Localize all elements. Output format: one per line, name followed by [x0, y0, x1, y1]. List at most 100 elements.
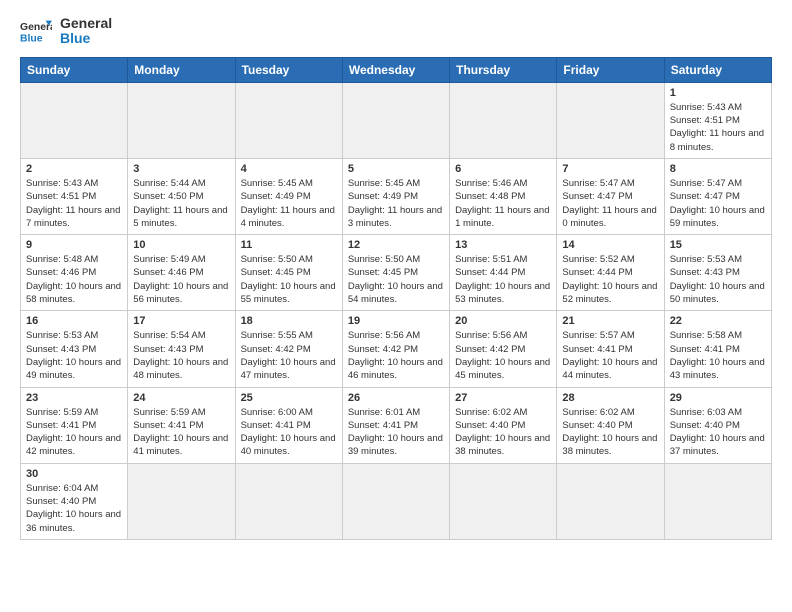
calendar-cell: 29 Sunrise: 6:03 AM Sunset: 4:40 PM Dayli… [664, 387, 771, 463]
calendar-cell: 10 Sunrise: 5:49 AM Sunset: 4:46 PM Dayli… [128, 235, 235, 311]
calendar-cell: 3Sunrise: 5:44 AM Sunset: 4:50 PM Daylig… [128, 158, 235, 234]
day-info: Sunrise: 5:55 AM Sunset: 4:42 PM Dayligh… [241, 329, 337, 382]
page: General Blue General Blue SundayMondayTu… [0, 0, 792, 612]
day-info: Sunrise: 5:58 AM Sunset: 4:41 PM Dayligh… [670, 329, 766, 382]
calendar-row-2: 2 Sunrise: 5:43 AM Sunset: 4:51 PM Daylig… [21, 158, 772, 234]
logo-blue: Blue [60, 31, 112, 46]
calendar-cell: 25 Sunrise: 6:00 AM Sunset: 4:41 PM Dayli… [235, 387, 342, 463]
weekday-monday: Monday [128, 57, 235, 82]
calendar-cell: 8 Sunrise: 5:47 AM Sunset: 4:47 PM Daylig… [664, 158, 771, 234]
calendar-cell: 2 Sunrise: 5:43 AM Sunset: 4:51 PM Daylig… [21, 158, 128, 234]
day-info: Sunrise: 5:43 AM Sunset: 4:51 PM Dayligh… [670, 101, 766, 154]
calendar-cell: 24 Sunrise: 5:59 AM Sunset: 4:41 PM Dayli… [128, 387, 235, 463]
day-info: Sunrise: 5:48 AM Sunset: 4:46 PM Dayligh… [26, 253, 122, 306]
logo: General Blue General Blue [20, 16, 112, 47]
day-info: Sunrise: 5:43 AM Sunset: 4:51 PM Dayligh… [26, 177, 122, 230]
day-number: 16 [26, 315, 122, 327]
weekday-wednesday: Wednesday [342, 57, 449, 82]
calendar-cell [342, 82, 449, 158]
day-number: 1 [670, 87, 766, 99]
calendar-cell [557, 463, 664, 539]
calendar-cell: 1 Sunrise: 5:43 AM Sunset: 4:51 PM Daylig… [664, 82, 771, 158]
day-number: 7 [562, 163, 658, 175]
day-info: Sunrise: 6:02 AM Sunset: 4:40 PM Dayligh… [562, 406, 658, 459]
calendar-cell [342, 463, 449, 539]
calendar-cell [664, 463, 771, 539]
weekday-saturday: Saturday [664, 57, 771, 82]
day-info: Sunrise: 5:52 AM Sunset: 4:44 PM Dayligh… [562, 253, 658, 306]
day-number: 24 [133, 392, 229, 404]
calendar-cell: 7 Sunrise: 5:47 AM Sunset: 4:47 PM Daylig… [557, 158, 664, 234]
day-number: 6 [455, 163, 551, 175]
day-number: 15 [670, 239, 766, 251]
day-info: Sunrise: 5:46 AM Sunset: 4:48 PM Dayligh… [455, 177, 551, 230]
calendar-cell: 23Sunrise: 5:59 AM Sunset: 4:41 PM Dayli… [21, 387, 128, 463]
day-number: 13 [455, 239, 551, 251]
day-number: 30 [26, 468, 122, 480]
weekday-thursday: Thursday [450, 57, 557, 82]
day-number: 9 [26, 239, 122, 251]
day-number: 10 [133, 239, 229, 251]
svg-text:Blue: Blue [20, 34, 43, 45]
day-number: 23 [26, 392, 122, 404]
calendar-cell: 13Sunrise: 5:51 AM Sunset: 4:44 PM Dayli… [450, 235, 557, 311]
day-info: Sunrise: 5:59 AM Sunset: 4:41 PM Dayligh… [133, 406, 229, 459]
calendar-table: SundayMondayTuesdayWednesdayThursdayFrid… [20, 57, 772, 540]
day-info: Sunrise: 6:00 AM Sunset: 4:41 PM Dayligh… [241, 406, 337, 459]
weekday-sunday: Sunday [21, 57, 128, 82]
calendar-row-6: 30 Sunrise: 6:04 AM Sunset: 4:40 PM Dayli… [21, 463, 772, 539]
calendar-cell: 16 Sunrise: 5:53 AM Sunset: 4:43 PM Dayli… [21, 311, 128, 387]
calendar-cell: 9 Sunrise: 5:48 AM Sunset: 4:46 PM Daylig… [21, 235, 128, 311]
weekday-friday: Friday [557, 57, 664, 82]
day-number: 12 [348, 239, 444, 251]
day-info: Sunrise: 5:47 AM Sunset: 4:47 PM Dayligh… [670, 177, 766, 230]
day-number: 18 [241, 315, 337, 327]
day-number: 21 [562, 315, 658, 327]
weekday-tuesday: Tuesday [235, 57, 342, 82]
day-number: 25 [241, 392, 337, 404]
day-info: Sunrise: 5:56 AM Sunset: 4:42 PM Dayligh… [348, 329, 444, 382]
day-info: Sunrise: 5:54 AM Sunset: 4:43 PM Dayligh… [133, 329, 229, 382]
day-info: Sunrise: 5:57 AM Sunset: 4:41 PM Dayligh… [562, 329, 658, 382]
day-number: 26 [348, 392, 444, 404]
day-number: 4 [241, 163, 337, 175]
day-number: 29 [670, 392, 766, 404]
logo-general: General [60, 16, 112, 31]
day-info: Sunrise: 5:53 AM Sunset: 4:43 PM Dayligh… [670, 253, 766, 306]
calendar-cell: 30 Sunrise: 6:04 AM Sunset: 4:40 PM Dayli… [21, 463, 128, 539]
calendar-cell [450, 82, 557, 158]
day-info: Sunrise: 5:53 AM Sunset: 4:43 PM Dayligh… [26, 329, 122, 382]
calendar-cell: 18 Sunrise: 5:55 AM Sunset: 4:42 PM Dayli… [235, 311, 342, 387]
calendar-cell [235, 463, 342, 539]
day-number: 27 [455, 392, 551, 404]
day-info: Sunrise: 5:50 AM Sunset: 4:45 PM Dayligh… [348, 253, 444, 306]
header: General Blue General Blue [20, 16, 772, 47]
day-info: Sunrise: 5:44 AM Sunset: 4:50 PM Dayligh… [133, 177, 229, 230]
day-info: Sunrise: 5:45 AM Sunset: 4:49 PM Dayligh… [241, 177, 337, 230]
day-info: Sunrise: 6:04 AM Sunset: 4:40 PM Dayligh… [26, 482, 122, 535]
day-info: Sunrise: 6:03 AM Sunset: 4:40 PM Dayligh… [670, 406, 766, 459]
calendar-cell: 15 Sunrise: 5:53 AM Sunset: 4:43 PM Dayli… [664, 235, 771, 311]
calendar-row-1: 1 Sunrise: 5:43 AM Sunset: 4:51 PM Daylig… [21, 82, 772, 158]
calendar-cell: 21 Sunrise: 5:57 AM Sunset: 4:41 PM Dayli… [557, 311, 664, 387]
calendar-row-4: 16 Sunrise: 5:53 AM Sunset: 4:43 PM Dayli… [21, 311, 772, 387]
day-number: 14 [562, 239, 658, 251]
calendar-cell: 28Sunrise: 6:02 AM Sunset: 4:40 PM Dayli… [557, 387, 664, 463]
day-info: Sunrise: 5:49 AM Sunset: 4:46 PM Dayligh… [133, 253, 229, 306]
day-number: 20 [455, 315, 551, 327]
day-info: Sunrise: 5:45 AM Sunset: 4:49 PM Dayligh… [348, 177, 444, 230]
day-number: 2 [26, 163, 122, 175]
calendar-cell: 6 Sunrise: 5:46 AM Sunset: 4:48 PM Daylig… [450, 158, 557, 234]
day-number: 8 [670, 163, 766, 175]
calendar-row-5: 23 Sunrise: 5:59 AM Sunset: 4:41 PM Dayli… [21, 387, 772, 463]
calendar-cell: 22Sunrise: 5:58 AM Sunset: 4:41 PM Dayli… [664, 311, 771, 387]
calendar-cell: 27Sunrise: 6:02 AM Sunset: 4:40 PM Dayli… [450, 387, 557, 463]
calendar-cell: 20Sunrise: 5:56 AM Sunset: 4:42 PM Dayli… [450, 311, 557, 387]
logo-icon: General Blue [20, 17, 52, 45]
calendar-cell: 14 Sunrise: 5:52 AM Sunset: 4:44 PM Dayli… [557, 235, 664, 311]
calendar-cell: 12 Sunrise: 5:50 AM Sunset: 4:45 PM Dayli… [342, 235, 449, 311]
calendar-cell [128, 82, 235, 158]
day-number: 17 [133, 315, 229, 327]
day-info: Sunrise: 5:47 AM Sunset: 4:47 PM Dayligh… [562, 177, 658, 230]
calendar-cell: 26Sunrise: 6:01 AM Sunset: 4:41 PM Dayli… [342, 387, 449, 463]
